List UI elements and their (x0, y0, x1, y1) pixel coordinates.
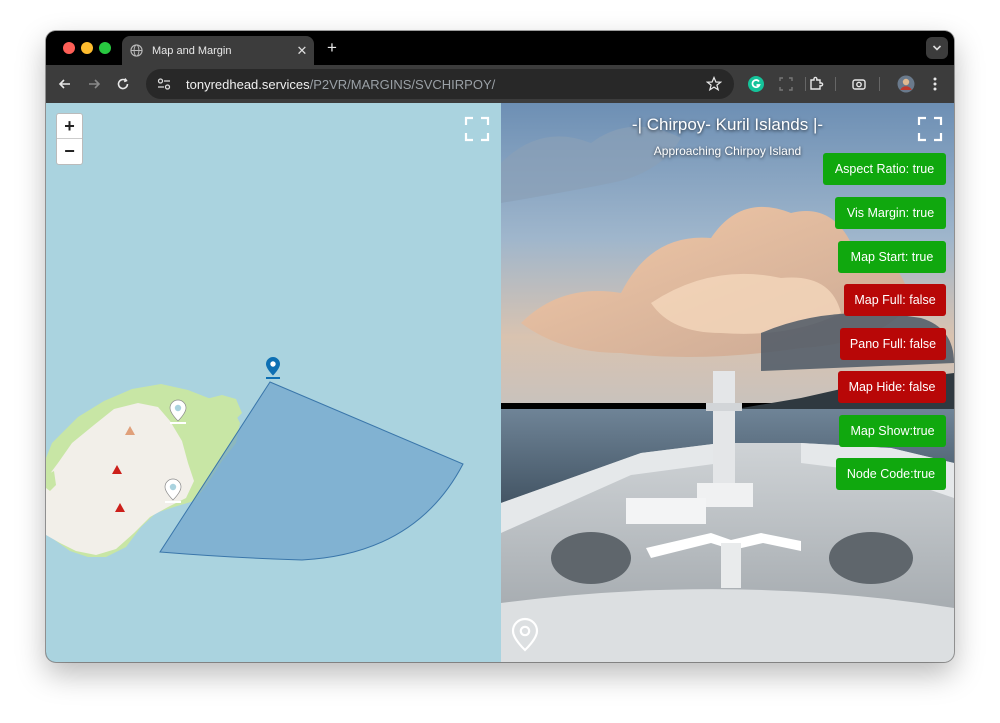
browser-toolbar: tonyredhead.services/P2VR/MARGINS/SVCHIR… (46, 65, 954, 103)
tab-close-icon[interactable]: ✕ (290, 43, 314, 59)
ship-mast-arm (706, 403, 742, 411)
panorama-viewer[interactable]: -| Chirpoy- Kuril Islands |- Approaching… (501, 103, 954, 662)
map-zoom-control: + − (56, 113, 83, 165)
crop-frame-icon (779, 77, 793, 91)
grammarly-icon (748, 76, 764, 92)
url-host: tonyredhead.services (186, 76, 310, 92)
toolbar-separator (879, 77, 880, 91)
bookmark-star-icon[interactable] (706, 76, 722, 92)
anchor-winch (551, 532, 631, 584)
grammarly-extension-icon[interactable] (746, 74, 766, 94)
kebab-menu-icon (933, 77, 937, 91)
globe-icon (130, 44, 143, 57)
tab-search-button[interactable] (926, 37, 948, 59)
minimize-window-button[interactable] (81, 42, 93, 54)
zoom-in-button[interactable]: + (57, 114, 82, 139)
browser-window: Map and Margin ✕ + tonyredhead.services … (46, 31, 954, 662)
extensions-button[interactable] (806, 74, 826, 94)
aspect-ratio-toggle[interactable]: Aspect Ratio: true (823, 153, 946, 185)
map-fullscreen-icon[interactable] (464, 116, 490, 142)
map-hide-toggle[interactable]: Map Hide: false (838, 371, 946, 403)
close-window-button[interactable] (63, 42, 75, 54)
profile-avatar[interactable] (896, 74, 916, 94)
map-canvas[interactable] (46, 103, 501, 662)
reload-button[interactable] (113, 74, 133, 94)
title-bar: Map and Margin ✕ + (46, 31, 954, 65)
capture-extension-icon[interactable] (849, 74, 869, 94)
screenshot-extension-icon[interactable] (776, 74, 796, 94)
pano-title: -| Chirpoy- Kuril Islands |- (631, 115, 824, 134)
chevron-down-icon (932, 45, 942, 51)
maximize-window-button[interactable] (99, 42, 111, 54)
address-bar[interactable]: tonyredhead.services/P2VR/MARGINS/SVCHIR… (146, 69, 734, 99)
zoom-out-button[interactable]: − (57, 139, 82, 164)
arrow-right-icon (89, 79, 101, 89)
pano-full-toggle[interactable]: Pano Full: false (840, 328, 946, 360)
tab-title: Map and Margin (152, 44, 232, 57)
deck-hatch (626, 498, 706, 524)
map-full-toggle[interactable]: Map Full: false (844, 284, 946, 316)
camera-icon (852, 79, 866, 90)
map-show-toggle[interactable]: Map Show:true (839, 415, 946, 447)
location-pin-icon[interactable] (511, 617, 539, 653)
toolbar-separator (835, 77, 836, 91)
pano-fullscreen-icon[interactable] (917, 116, 943, 142)
vis-margin-toggle[interactable]: Vis Margin: true (835, 197, 946, 229)
forward-button[interactable] (84, 74, 104, 94)
puzzle-icon (810, 76, 824, 90)
anchor-winch (829, 532, 913, 584)
avatar-icon (897, 75, 915, 93)
deck-bollard (721, 543, 741, 588)
site-settings-icon[interactable] (156, 76, 172, 92)
active-location-pin-icon[interactable] (266, 357, 280, 379)
map-start-toggle[interactable]: Map Start: true (838, 241, 946, 273)
ship-mast (713, 371, 735, 486)
page-content: + − -| Chirpoy- Kuril Islands |- Approac… (46, 103, 954, 662)
url-path: /P2VR/MARGINS/SVCHIRPOY/ (309, 76, 496, 92)
back-button[interactable] (55, 74, 75, 94)
reload-icon (117, 78, 129, 90)
map-panel[interactable]: + − (46, 103, 501, 662)
node-code-toggle[interactable]: Node Code:true (836, 458, 946, 490)
bow-foreground (501, 589, 954, 662)
tab-map-and-margin[interactable]: Map and Margin ✕ (122, 36, 314, 65)
browser-menu-button[interactable] (925, 74, 945, 94)
arrow-left-icon (58, 79, 70, 89)
new-tab-button[interactable]: + (322, 38, 342, 58)
